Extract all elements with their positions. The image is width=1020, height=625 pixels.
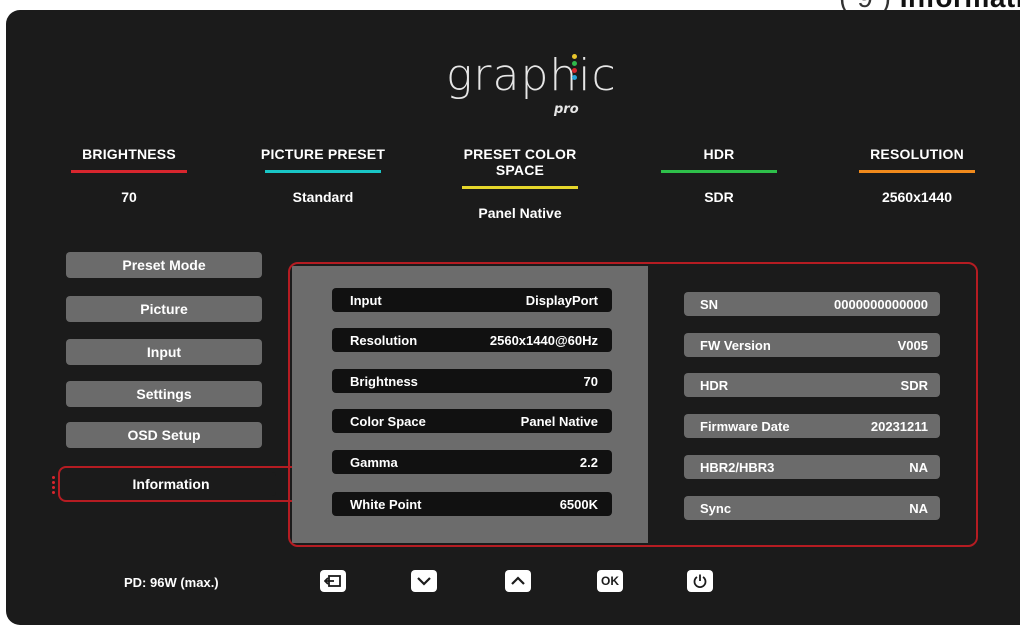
power-icon — [693, 574, 707, 588]
status-value: 70 — [121, 189, 137, 205]
info-row-sync: Sync NA — [684, 496, 940, 520]
info-row-color-space: Color Space Panel Native — [332, 409, 612, 433]
status-color-bar — [265, 170, 381, 173]
info-panel-left: Input DisplayPort Resolution 2560x1440@6… — [292, 266, 648, 543]
power-button[interactable] — [687, 570, 713, 592]
info-value: 0000000000000 — [834, 296, 928, 312]
graphic-pro-logo: graphic pro — [446, 50, 616, 120]
selection-dot — [52, 491, 55, 494]
status-picture-preset: PICTURE PRESET Standard — [248, 146, 398, 205]
heading-text: Informati — [900, 0, 1020, 10]
status-label: HDR — [703, 146, 735, 162]
logo-sub: pro — [554, 102, 579, 117]
info-value: NA — [909, 459, 928, 475]
info-value: 70 — [583, 373, 598, 389]
logo-color-dots — [572, 54, 578, 82]
info-value: V005 — [897, 337, 928, 353]
info-value: DisplayPort — [525, 292, 598, 308]
menu-item-preset-mode[interactable]: Preset Mode — [66, 252, 262, 278]
info-row-hbr: HBR2/HBR3 NA — [684, 455, 940, 479]
exit-button[interactable] — [320, 570, 346, 592]
info-value: 2560x1440@60Hz — [489, 332, 598, 348]
menu-item-osd-setup[interactable]: OSD Setup — [66, 422, 262, 448]
status-brightness: BRIGHTNESS 70 — [54, 146, 204, 205]
ok-button[interactable]: OK — [597, 570, 623, 592]
chevron-up-icon — [511, 576, 525, 585]
menu-selection-outline: Information — [58, 466, 292, 502]
info-label: HDR — [700, 377, 729, 393]
info-row-fw-version: FW Version V005 — [684, 333, 940, 357]
info-value: 2.2 — [579, 454, 598, 470]
menu-item-settings[interactable]: Settings — [66, 381, 262, 407]
info-label: Gamma — [350, 454, 398, 470]
logo-dot-yellow — [572, 54, 577, 59]
status-value: Standard — [292, 189, 354, 205]
selection-dot — [52, 476, 55, 479]
status-color-bar — [859, 170, 975, 173]
info-label: White Point — [350, 496, 422, 512]
info-label: Sync — [700, 500, 732, 516]
info-row-sn: SN 0000000000000 — [684, 292, 940, 316]
heading-paren: ( 9 ) — [839, 0, 891, 10]
status-label: BRIGHTNESS — [82, 146, 176, 162]
info-label: Firmware Date — [700, 418, 790, 434]
menu-item-information[interactable]: Information — [66, 472, 276, 496]
status-preset-color-space: PRESET COLOR SPACE Panel Native — [445, 146, 595, 221]
info-label: FW Version — [700, 337, 771, 353]
status-color-bar — [71, 170, 187, 173]
logo-dot-red — [572, 68, 577, 73]
exit-icon — [324, 575, 341, 587]
status-label: PRESET COLOR SPACE — [463, 146, 577, 178]
logo-dot-green — [572, 61, 577, 66]
logo-dot-blue — [572, 75, 577, 80]
info-value: SDR — [900, 377, 928, 393]
selection-dot — [52, 486, 55, 489]
page-heading-fragment: ( 9 ) Informati — [839, 0, 1020, 10]
info-value: 6500K — [559, 496, 598, 512]
info-value: Panel Native — [520, 413, 598, 429]
selection-dot — [52, 481, 55, 484]
info-label: Input — [350, 292, 382, 308]
info-row-hdr: HDR SDR — [684, 373, 940, 397]
status-value: 2560x1440 — [881, 189, 953, 205]
info-panel-right: SN 0000000000000 FW Version V005 HDR SDR… — [650, 266, 976, 543]
status-color-bar — [661, 170, 777, 173]
status-value: Panel Native — [478, 205, 562, 221]
chevron-down-icon — [417, 577, 431, 586]
info-value: NA — [909, 500, 928, 516]
info-row-firmware-date: Firmware Date 20231211 — [684, 414, 940, 438]
status-label: RESOLUTION — [870, 146, 964, 162]
info-row-input: Input DisplayPort — [332, 288, 612, 312]
menu-item-input[interactable]: Input — [66, 339, 262, 365]
info-label: Resolution — [350, 332, 418, 348]
status-color-bar — [462, 186, 578, 189]
up-button[interactable] — [505, 570, 531, 592]
info-label: SN — [700, 296, 719, 312]
info-label: Color Space — [350, 413, 426, 429]
power-delivery-label: PD: 96W (max.) — [124, 575, 219, 590]
status-label: PICTURE PRESET — [260, 146, 386, 162]
info-label: HBR2/HBR3 — [700, 459, 775, 475]
logo-word: graphic — [446, 50, 617, 101]
down-button[interactable] — [411, 570, 437, 592]
info-row-brightness: Brightness 70 — [332, 369, 612, 393]
status-value: SDR — [704, 189, 734, 205]
info-row-resolution: Resolution 2560x1440@60Hz — [332, 328, 612, 352]
status-resolution: RESOLUTION 2560x1440 — [842, 146, 992, 205]
information-panel: Input DisplayPort Resolution 2560x1440@6… — [288, 262, 978, 547]
menu-item-picture[interactable]: Picture — [66, 296, 262, 322]
status-hdr: HDR SDR — [644, 146, 794, 205]
info-row-gamma: Gamma 2.2 — [332, 450, 612, 474]
selection-marker-dots — [52, 476, 56, 496]
info-label: Brightness — [350, 373, 418, 389]
info-value: 20231211 — [870, 418, 928, 434]
osd-window: graphic pro BRIGHTNESS 70 PICTURE PRESET… — [6, 10, 1020, 625]
info-row-white-point: White Point 6500K — [332, 492, 612, 516]
